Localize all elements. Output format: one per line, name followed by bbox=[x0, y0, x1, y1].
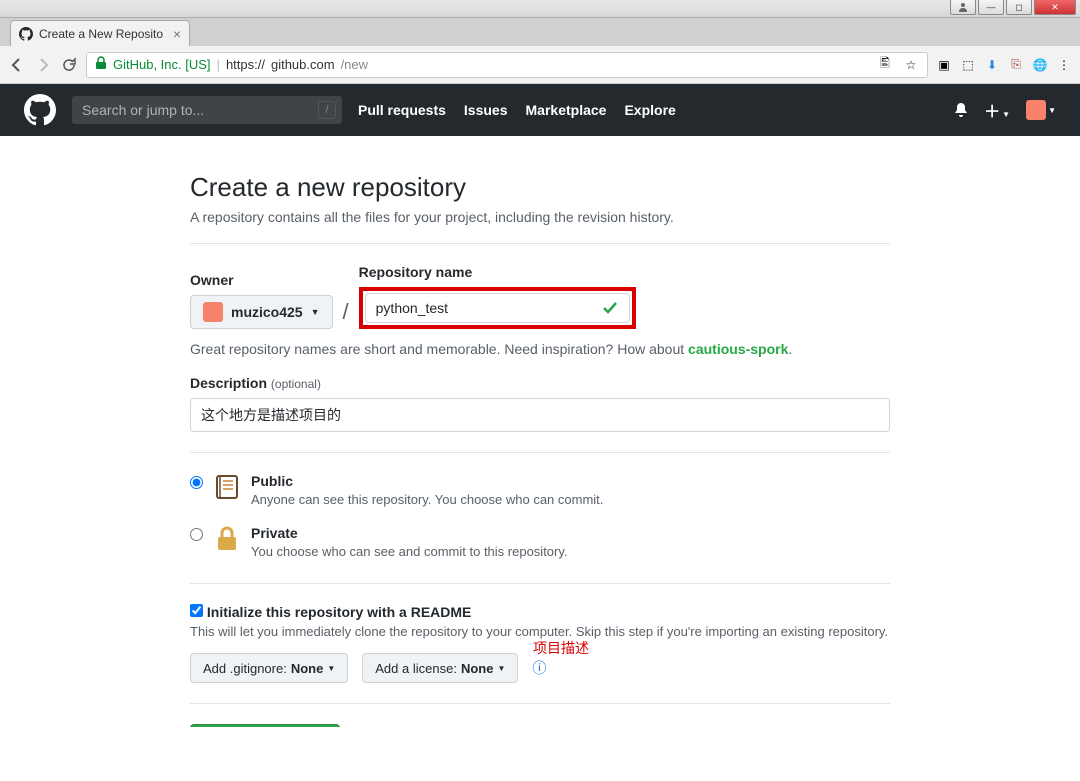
user-menu[interactable]: ▼ bbox=[1026, 100, 1056, 120]
address-path: /new bbox=[341, 57, 368, 72]
create-new-dropdown[interactable]: ＋▼ bbox=[984, 98, 1010, 122]
tab-title: Create a New Reposito bbox=[39, 27, 163, 41]
init-readme-checkbox[interactable] bbox=[190, 604, 203, 617]
repo-private-icon bbox=[213, 525, 241, 553]
name-suggestion-link[interactable]: cautious-spork bbox=[688, 341, 788, 357]
repo-name-label: Repository name bbox=[359, 264, 636, 280]
github-search-input[interactable]: Search or jump to... / bbox=[72, 96, 342, 124]
chevron-down-icon: ▼ bbox=[311, 307, 320, 317]
forward-button[interactable] bbox=[34, 56, 52, 74]
slash-separator: / bbox=[343, 299, 349, 329]
github-logo-icon[interactable] bbox=[24, 94, 56, 126]
nav-explore[interactable]: Explore bbox=[624, 102, 675, 118]
address-host: github.com bbox=[271, 57, 335, 72]
description-label: Description (optional) bbox=[190, 375, 890, 391]
repo-name-hint: Great repository names are short and mem… bbox=[190, 341, 890, 357]
owner-select-button[interactable]: muzico425 ▼ bbox=[190, 295, 333, 329]
init-readme-label: Initialize this repository with a README bbox=[207, 604, 471, 620]
public-label: Public bbox=[251, 473, 603, 489]
divider bbox=[190, 703, 890, 704]
owner-label: Owner bbox=[190, 272, 333, 288]
window-maximize-button[interactable]: ◻ bbox=[1006, 0, 1032, 15]
description-input[interactable] bbox=[190, 398, 890, 432]
page-title: Create a new repository bbox=[190, 172, 890, 203]
private-label: Private bbox=[251, 525, 568, 541]
lock-icon bbox=[95, 56, 107, 73]
public-radio[interactable] bbox=[190, 476, 203, 489]
chevron-down-icon: ▼ bbox=[327, 664, 335, 673]
browser-tab-strip: Create a New Reposito × bbox=[0, 18, 1080, 46]
back-button[interactable] bbox=[8, 56, 26, 74]
create-repository-button[interactable]: Create repository bbox=[190, 724, 340, 727]
browser-tab[interactable]: Create a New Reposito × bbox=[10, 20, 190, 46]
extension-icon[interactable]: 🌐 bbox=[1032, 57, 1048, 73]
annotation-box bbox=[359, 287, 636, 329]
page-subtitle: A repository contains all the files for … bbox=[190, 209, 890, 225]
nav-pull-requests[interactable]: Pull requests bbox=[358, 102, 446, 118]
owner-avatar-icon bbox=[203, 302, 223, 322]
repo-name-input[interactable] bbox=[365, 293, 630, 323]
nav-issues[interactable]: Issues bbox=[464, 102, 508, 118]
translate-icon[interactable]: 🖺 bbox=[877, 57, 893, 73]
avatar bbox=[1026, 100, 1046, 120]
divider bbox=[190, 243, 890, 244]
chevron-down-icon: ▼ bbox=[497, 664, 505, 673]
check-icon bbox=[602, 300, 618, 316]
extension-icon[interactable]: ⬇ bbox=[984, 57, 1000, 73]
reload-button[interactable] bbox=[60, 56, 78, 74]
chrome-menu-icon[interactable]: ⋮ bbox=[1056, 57, 1072, 73]
divider bbox=[190, 452, 890, 453]
window-minimize-button[interactable]: — bbox=[978, 0, 1004, 15]
address-org: GitHub, Inc. [US] bbox=[113, 57, 211, 72]
window-titlebar: — ◻ ✕ bbox=[0, 0, 1080, 18]
window-close-button[interactable]: ✕ bbox=[1034, 0, 1076, 15]
search-placeholder: Search or jump to... bbox=[82, 102, 204, 118]
tab-close-icon[interactable]: × bbox=[173, 26, 181, 42]
public-sublabel: Anyone can see this repository. You choo… bbox=[251, 492, 603, 507]
private-radio[interactable] bbox=[190, 528, 203, 541]
notifications-icon[interactable] bbox=[954, 102, 968, 118]
browser-toolbar: GitHub, Inc. [US] | https://github.com/n… bbox=[0, 46, 1080, 84]
github-favicon-icon bbox=[19, 27, 33, 41]
search-slash-icon: / bbox=[318, 101, 336, 119]
license-dropdown[interactable]: Add a license: None ▼ bbox=[362, 653, 518, 683]
private-sublabel: You choose who can see and commit to thi… bbox=[251, 544, 568, 559]
address-protocol: https:// bbox=[226, 57, 265, 72]
address-bar[interactable]: GitHub, Inc. [US] | https://github.com/n… bbox=[86, 52, 928, 78]
divider bbox=[190, 583, 890, 584]
page-viewport: Search or jump to... / Pull requests Iss… bbox=[0, 84, 1080, 727]
window-user-icon[interactable] bbox=[950, 0, 976, 15]
star-icon[interactable]: ☆ bbox=[903, 57, 919, 73]
extension-icon[interactable]: ⎘ bbox=[1008, 57, 1024, 73]
owner-value: muzico425 bbox=[231, 304, 303, 320]
github-header: Search or jump to... / Pull requests Iss… bbox=[0, 84, 1080, 136]
gitignore-dropdown[interactable]: Add .gitignore: None ▼ bbox=[190, 653, 348, 683]
repo-public-icon bbox=[213, 473, 241, 501]
extension-icon[interactable]: ⬚ bbox=[960, 57, 976, 73]
license-info-icon[interactable]: ⓘ bbox=[532, 658, 546, 678]
nav-marketplace[interactable]: Marketplace bbox=[526, 102, 607, 118]
extension-icon[interactable]: ▣ bbox=[936, 57, 952, 73]
